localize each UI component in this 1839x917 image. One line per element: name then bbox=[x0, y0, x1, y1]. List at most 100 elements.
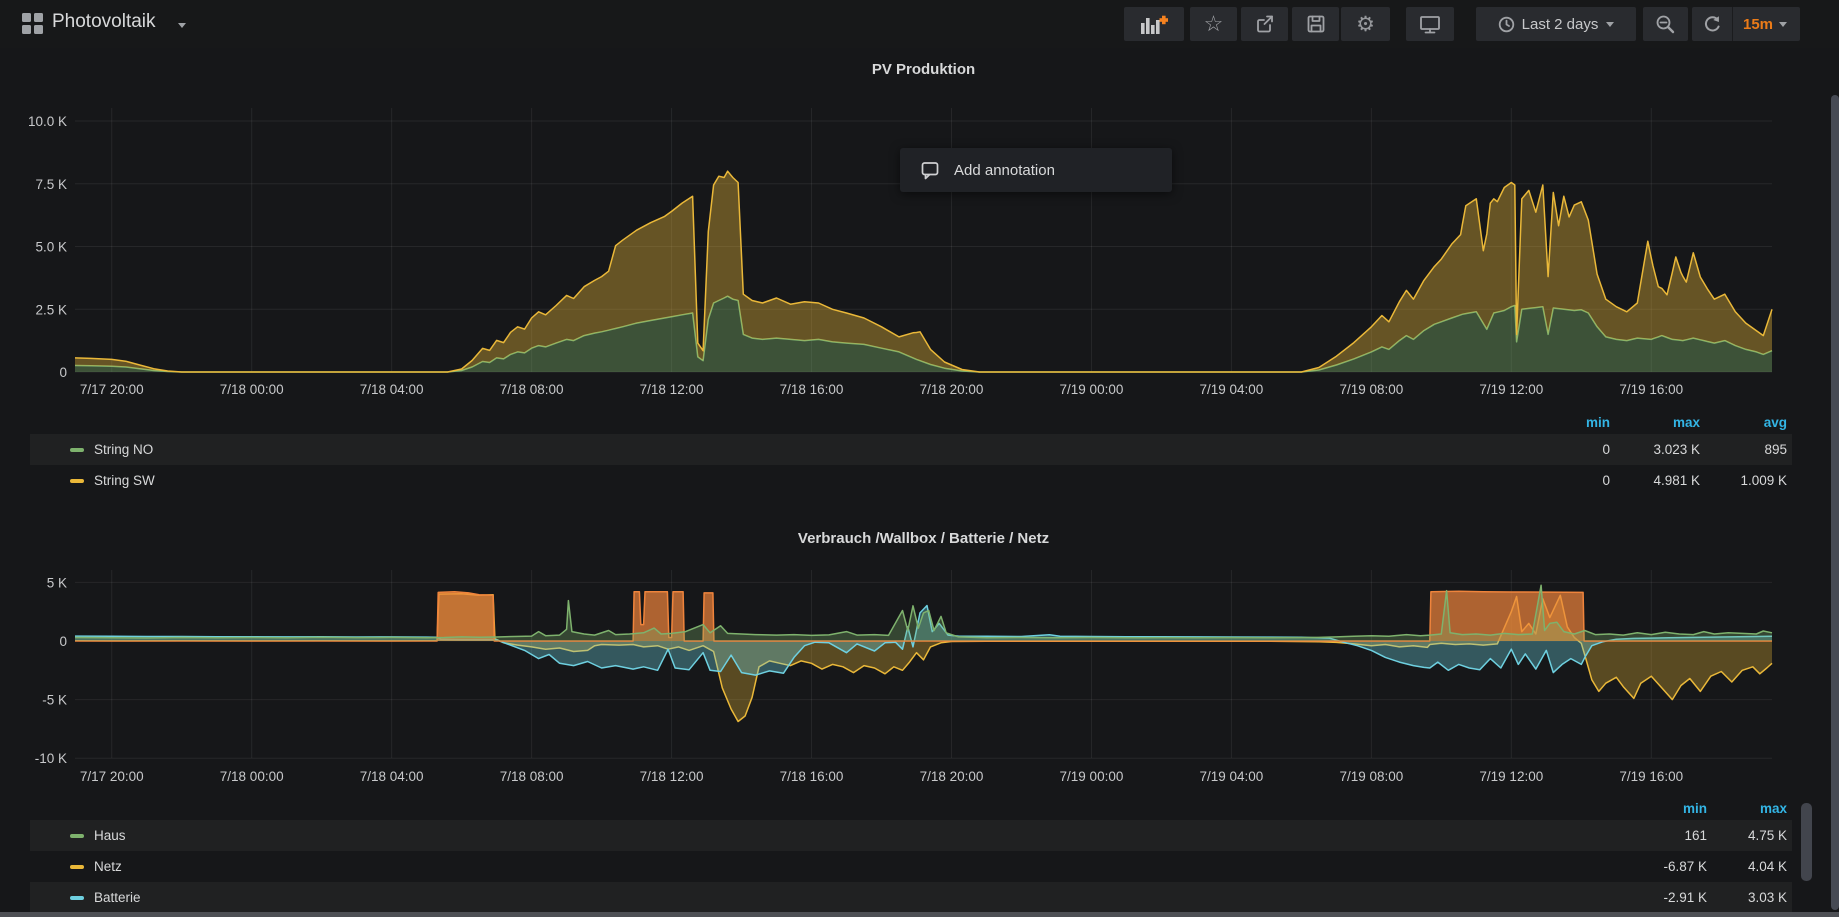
legend-value-min: -6.87 K bbox=[1607, 859, 1707, 874]
zoom-out-button[interactable] bbox=[1643, 7, 1688, 41]
monitor-icon bbox=[1419, 14, 1441, 35]
refresh-button[interactable] bbox=[1692, 15, 1732, 33]
star-icon: ☆ bbox=[1204, 14, 1224, 34]
panel-title-verbrauch[interactable]: Verbrauch /Wallbox / Batterie / Netz bbox=[75, 530, 1772, 547]
legend-row-Haus[interactable]: Haus 1614.75 K bbox=[30, 820, 1792, 851]
series-color-swatch[interactable] bbox=[70, 448, 84, 452]
y-tick-label: -10 K bbox=[35, 751, 67, 766]
magnifier-minus-icon bbox=[1655, 14, 1676, 35]
x-tick-label: 7/18 16:00 bbox=[780, 382, 844, 397]
series-label: Netz bbox=[94, 859, 122, 874]
time-picker-caret-icon bbox=[1606, 22, 1614, 27]
x-tick-label: 7/19 04:00 bbox=[1200, 769, 1264, 784]
x-tick-label: 7/19 16:00 bbox=[1619, 382, 1683, 397]
y-tick-label: 5 K bbox=[47, 575, 67, 590]
legend-value-avg: 895 bbox=[1700, 442, 1787, 457]
x-tick-label: 7/19 08:00 bbox=[1339, 769, 1403, 784]
x-tick-label: 7/19 04:00 bbox=[1200, 382, 1264, 397]
legend-column-header-max[interactable]: max bbox=[1610, 415, 1700, 430]
legend-header-row: minmaxavg bbox=[30, 411, 1792, 434]
series-label: Haus bbox=[94, 828, 126, 843]
y-tick-label: 7.5 K bbox=[35, 177, 67, 192]
add-panel-button[interactable] bbox=[1124, 7, 1184, 41]
x-tick-label: 7/17 20:00 bbox=[80, 382, 144, 397]
share-icon bbox=[1255, 14, 1275, 34]
comment-bubble-icon bbox=[920, 160, 940, 180]
bar-chart-plus-icon bbox=[1141, 14, 1168, 34]
refresh-icon bbox=[1703, 15, 1721, 33]
legend-row-String SW[interactable]: String SW 04.981 K1.009 K bbox=[30, 465, 1792, 496]
legend-value-max: 3.03 K bbox=[1707, 890, 1787, 905]
refresh-interval-label: 15m bbox=[1743, 16, 1773, 33]
series-label: Batterie bbox=[94, 890, 141, 905]
legend-header-row: minmax bbox=[30, 797, 1792, 820]
x-tick-label: 7/18 08:00 bbox=[500, 769, 564, 784]
series-color-swatch[interactable] bbox=[70, 479, 84, 483]
x-tick-label: 7/18 12:00 bbox=[640, 382, 704, 397]
dashboard-grid-icon[interactable] bbox=[22, 13, 43, 34]
x-tick-label: 7/19 12:00 bbox=[1479, 769, 1543, 784]
series-label: String SW bbox=[94, 473, 155, 488]
grafana-dashboard: Photovoltaik ☆ bbox=[0, 0, 1839, 917]
legend-value-max: 4.75 K bbox=[1707, 828, 1787, 843]
x-tick-label: 7/18 20:00 bbox=[920, 769, 984, 784]
x-tick-label: 7/18 00:00 bbox=[220, 769, 284, 784]
verbrauch-chart[interactable]: 7/17 20:007/18 00:007/18 04:007/18 08:00… bbox=[0, 556, 1839, 791]
refresh-interval-button[interactable]: 15m bbox=[1733, 16, 1787, 33]
horizontal-scrollbar[interactable] bbox=[0, 912, 1839, 917]
legend-row-String NO[interactable]: String NO03.023 K895 bbox=[30, 434, 1792, 465]
refresh-group: 15m bbox=[1692, 7, 1800, 41]
save-icon bbox=[1306, 14, 1326, 34]
legend-value-max: 4.04 K bbox=[1707, 859, 1787, 874]
x-tick-label: 7/19 00:00 bbox=[1060, 769, 1124, 784]
legend-column-header-max[interactable]: max bbox=[1707, 801, 1787, 816]
legend-value-min: -2.91 K bbox=[1607, 890, 1707, 905]
x-tick-label: 7/18 16:00 bbox=[780, 769, 844, 784]
x-tick-label: 7/19 00:00 bbox=[1060, 382, 1124, 397]
legend-column-header-avg[interactable]: avg bbox=[1700, 415, 1787, 430]
x-tick-label: 7/19 12:00 bbox=[1479, 382, 1543, 397]
pv-produktion-chart[interactable]: 7/17 20:007/18 00:007/18 04:007/18 08:00… bbox=[0, 56, 1839, 406]
x-tick-label: 7/19 08:00 bbox=[1339, 382, 1403, 397]
add-annotation-popup[interactable]: Add annotation bbox=[900, 148, 1172, 192]
series-label: String NO bbox=[94, 442, 153, 457]
legend-value-max: 4.981 K bbox=[1610, 473, 1700, 488]
dashboard-title-caret-icon[interactable] bbox=[178, 23, 186, 28]
x-tick-label: 7/18 04:00 bbox=[360, 382, 424, 397]
legend-scrollbar-thumb[interactable] bbox=[1801, 803, 1812, 881]
legend-row-Netz[interactable]: Netz -6.87 K4.04 K bbox=[30, 851, 1792, 882]
x-tick-label: 7/18 08:00 bbox=[500, 382, 564, 397]
y-tick-label: -5 K bbox=[42, 693, 67, 708]
clock-icon bbox=[1498, 16, 1515, 33]
legend-value-max: 3.023 K bbox=[1610, 442, 1700, 457]
save-button[interactable] bbox=[1292, 7, 1339, 41]
legend-value-min: 161 bbox=[1607, 828, 1707, 843]
settings-button[interactable]: ⚙ bbox=[1341, 7, 1390, 41]
dashboard-title[interactable]: Photovoltaik bbox=[52, 11, 156, 33]
main-scrollbar-thumb[interactable] bbox=[1831, 95, 1839, 910]
y-tick-label: 10.0 K bbox=[28, 114, 67, 129]
y-tick-label: 0 bbox=[59, 365, 67, 380]
series-color-swatch[interactable] bbox=[70, 834, 84, 838]
pv-produktion-legend: minmaxavgString NO03.023 K895String SW04… bbox=[30, 411, 1792, 496]
y-tick-label: 5.0 K bbox=[35, 240, 67, 255]
time-picker-button[interactable]: Last 2 days bbox=[1476, 7, 1636, 41]
legend-value-min: 0 bbox=[1520, 473, 1610, 488]
refresh-interval-caret-icon bbox=[1779, 22, 1787, 27]
legend-value-avg: 1.009 K bbox=[1700, 473, 1787, 488]
x-tick-label: 7/19 16:00 bbox=[1619, 769, 1683, 784]
legend-column-header-min[interactable]: min bbox=[1520, 415, 1610, 430]
y-tick-label: 0 bbox=[59, 634, 67, 649]
gear-icon: ⚙ bbox=[1356, 14, 1375, 35]
series-color-swatch[interactable] bbox=[70, 865, 84, 869]
tv-mode-button[interactable] bbox=[1406, 7, 1454, 41]
legend-row-Batterie[interactable]: Batterie -2.91 K3.03 K bbox=[30, 882, 1792, 913]
x-tick-label: 7/18 20:00 bbox=[920, 382, 984, 397]
navbar: Photovoltaik ☆ bbox=[0, 0, 1839, 48]
star-button[interactable]: ☆ bbox=[1190, 7, 1237, 41]
x-tick-label: 7/17 20:00 bbox=[80, 769, 144, 784]
share-button[interactable] bbox=[1241, 7, 1288, 41]
legend-column-header-min[interactable]: min bbox=[1607, 801, 1707, 816]
series-color-swatch[interactable] bbox=[70, 896, 84, 900]
add-annotation-label: Add annotation bbox=[954, 162, 1055, 179]
